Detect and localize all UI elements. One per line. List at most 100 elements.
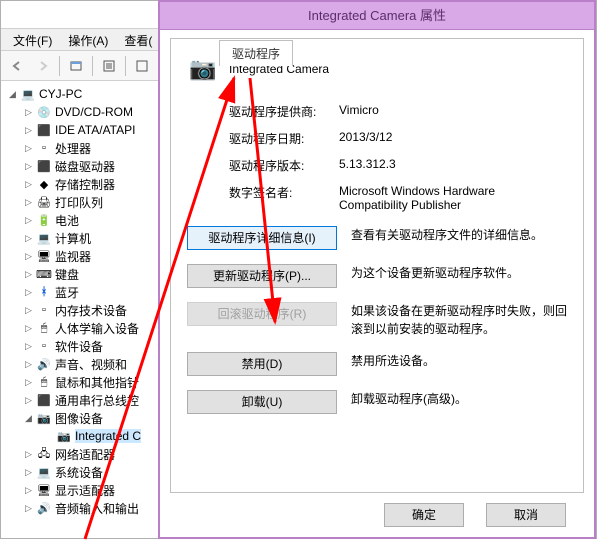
- toolbar-btn-2[interactable]: [97, 54, 121, 78]
- expand-icon[interactable]: ▷: [23, 503, 34, 514]
- collapse-icon[interactable]: ◢: [7, 89, 18, 100]
- tree-item[interactable]: ▷🖧网络适配器: [3, 445, 159, 463]
- tree-item[interactable]: ▷⬛磁盘驱动器: [3, 157, 159, 175]
- device-icon: 🖨: [36, 194, 52, 210]
- menu-file[interactable]: 文件(F): [5, 29, 60, 50]
- provider-value: Vimicro: [339, 103, 567, 120]
- device-icon: ᚼ: [36, 284, 52, 300]
- tree-item[interactable]: ▷▫软件设备: [3, 337, 159, 355]
- device-icon: ▫: [36, 140, 52, 156]
- tree-item[interactable]: ▷🔋电池: [3, 211, 159, 229]
- tree-item-label: 图像设备: [55, 410, 103, 427]
- tree-item-label: 键盘: [55, 266, 79, 283]
- tree-item[interactable]: ▷▫内存技术设备: [3, 301, 159, 319]
- dialog-buttons: 确定 取消: [384, 503, 580, 527]
- forward-button[interactable]: [31, 54, 55, 78]
- expand-icon[interactable]: ▷: [23, 485, 34, 496]
- device-icon: 🖱: [36, 320, 52, 336]
- menu-action[interactable]: 操作(A): [60, 29, 116, 50]
- tree-item-label: 打印队列: [55, 194, 103, 211]
- tree-item-label: 音频输入和输出: [55, 500, 139, 517]
- update-driver-button[interactable]: 更新驱动程序(P)...: [187, 264, 337, 288]
- driver-details-button[interactable]: 驱动程序详细信息(I): [187, 226, 337, 250]
- toolbar-btn-1[interactable]: [64, 54, 88, 78]
- tree-item[interactable]: ▷💻计算机: [3, 229, 159, 247]
- version-label: 驱动程序版本:: [229, 157, 339, 174]
- expand-icon[interactable]: ▷: [23, 107, 34, 118]
- back-button[interactable]: [5, 54, 29, 78]
- expand-icon[interactable]: ▷: [23, 251, 34, 262]
- uninstall-button[interactable]: 卸载(U): [187, 390, 337, 414]
- version-value: 5.13.312.3: [339, 157, 567, 174]
- tree-item[interactable]: ▷ᚼ蓝牙: [3, 283, 159, 301]
- tree-item-label: DVD/CD-ROM: [55, 105, 133, 119]
- tree-item-camera[interactable]: 📷Integrated C: [3, 427, 159, 445]
- device-icon: ⬛: [36, 122, 52, 138]
- device-icon: ◆: [36, 176, 52, 192]
- date-value: 2013/3/12: [339, 130, 567, 147]
- ok-button[interactable]: 确定: [384, 503, 464, 527]
- tree-item[interactable]: ▷🖥监视器: [3, 247, 159, 265]
- separator: [125, 56, 126, 76]
- tree-item[interactable]: ▷🖨打印队列: [3, 193, 159, 211]
- tree-item-label: 通用串行总线控: [55, 392, 139, 409]
- expand-icon[interactable]: ◢: [23, 413, 34, 424]
- expand-icon[interactable]: ▷: [23, 305, 34, 316]
- dialog-title: Integrated Camera 属性: [160, 2, 594, 30]
- expand-icon[interactable]: ▷: [23, 341, 34, 352]
- cancel-button[interactable]: 取消: [486, 503, 566, 527]
- tab-driver[interactable]: 驱动程序: [219, 40, 293, 66]
- tree-item[interactable]: ▷🖱鼠标和其他指针: [3, 373, 159, 391]
- disable-button[interactable]: 禁用(D): [187, 352, 337, 376]
- rollback-driver-button: 回滚驱动程序(R): [187, 302, 337, 326]
- tree-item-label: 软件设备: [55, 338, 103, 355]
- device-icon: 🖧: [36, 446, 52, 462]
- tree-item[interactable]: ▷⬛IDE ATA/ATAPI: [3, 121, 159, 139]
- tree-item-label: 计算机: [55, 230, 91, 247]
- device-icon: 🔋: [36, 212, 52, 228]
- expand-icon[interactable]: ▷: [23, 215, 34, 226]
- expand-icon[interactable]: ▷: [23, 125, 34, 136]
- tree-root[interactable]: ◢ 💻 CYJ-PC: [3, 85, 159, 103]
- tree-item-label: 存储控制器: [55, 176, 115, 193]
- tree-item-label: 处理器: [55, 140, 91, 157]
- tree-item[interactable]: ▷🖱人体学输入设备: [3, 319, 159, 337]
- tree-item-label: 监视器: [55, 248, 91, 265]
- tree-item[interactable]: ▷💿DVD/CD-ROM: [3, 103, 159, 121]
- tree-item[interactable]: ▷💻系统设备: [3, 463, 159, 481]
- device-icon: 🖥: [36, 248, 52, 264]
- tree-item[interactable]: ▷🔊音频输入和输出: [3, 499, 159, 517]
- camera-icon: 📷: [56, 428, 72, 444]
- expand-icon[interactable]: ▷: [23, 377, 34, 388]
- device-icon: 🔊: [36, 500, 52, 516]
- expand-icon[interactable]: ▷: [23, 179, 34, 190]
- expand-icon[interactable]: ▷: [23, 287, 34, 298]
- tree-item[interactable]: ▷▫处理器: [3, 139, 159, 157]
- toolbar-btn-3[interactable]: [130, 54, 154, 78]
- expand-icon[interactable]: ▷: [23, 197, 34, 208]
- expand-icon[interactable]: ▷: [23, 449, 34, 460]
- tree-item[interactable]: ▷🔊声音、视频和: [3, 355, 159, 373]
- tree-item[interactable]: ◢📷图像设备: [3, 409, 159, 427]
- tree-item[interactable]: ▷⌨键盘: [3, 265, 159, 283]
- expand-icon[interactable]: ▷: [23, 233, 34, 244]
- expand-icon[interactable]: ▷: [23, 467, 34, 478]
- expand-icon[interactable]: ▷: [23, 269, 34, 280]
- device-tree[interactable]: ◢ 💻 CYJ-PC ▷💿DVD/CD-ROM▷⬛IDE ATA/ATAPI▷▫…: [1, 83, 159, 538]
- tree-item[interactable]: ▷🖥显示适配器: [3, 481, 159, 499]
- date-label: 驱动程序日期:: [229, 130, 339, 147]
- update-driver-desc: 为这个设备更新驱动程序软件。: [351, 264, 567, 282]
- menu-view[interactable]: 查看(: [116, 29, 160, 50]
- device-icon: 🖥: [36, 482, 52, 498]
- device-icon: 📷: [36, 410, 52, 426]
- tree-item[interactable]: ▷⬛通用串行总线控: [3, 391, 159, 409]
- expand-icon[interactable]: ▷: [23, 161, 34, 172]
- expand-icon[interactable]: ▷: [23, 143, 34, 154]
- device-icon: ▫: [36, 338, 52, 354]
- expand-icon[interactable]: ▷: [23, 323, 34, 334]
- expand-icon[interactable]: ▷: [23, 359, 34, 370]
- expand-icon[interactable]: ▷: [23, 395, 34, 406]
- computer-icon: 💻: [20, 86, 36, 102]
- tree-item-label: 显示适配器: [55, 482, 115, 499]
- tree-item[interactable]: ▷◆存储控制器: [3, 175, 159, 193]
